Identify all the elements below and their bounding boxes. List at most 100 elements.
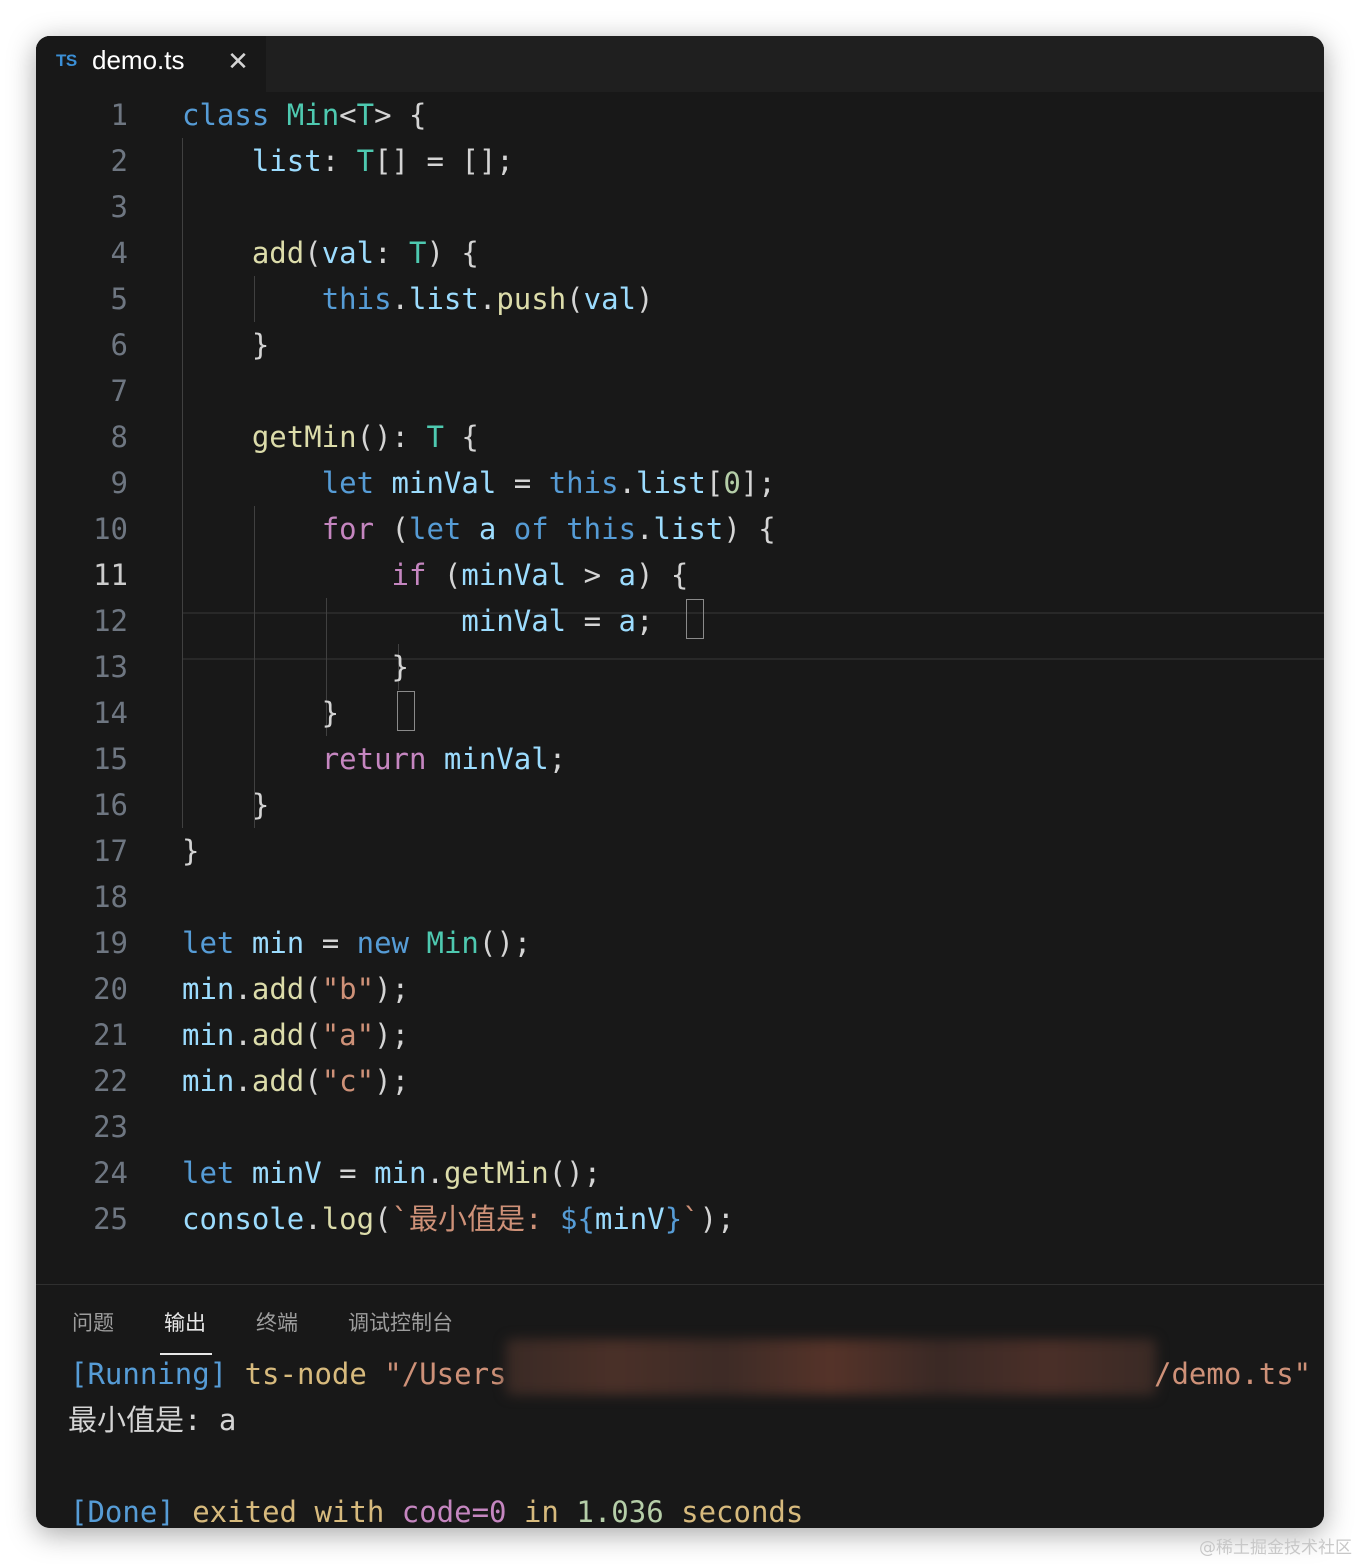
code-token: getMin bbox=[443, 1156, 549, 1190]
code-text: this.list.push(val) bbox=[182, 276, 654, 322]
code-token: list bbox=[636, 466, 706, 500]
code-token: { bbox=[443, 420, 479, 454]
code-token: let bbox=[182, 1156, 235, 1190]
code-token: ]; bbox=[740, 466, 776, 500]
code-token: = bbox=[566, 604, 619, 638]
code-token: "b" bbox=[321, 972, 375, 1006]
line-number: 15 bbox=[93, 742, 128, 776]
code-token: minVal bbox=[461, 558, 567, 592]
code-line[interactable]: 19 let min = new Min(); bbox=[36, 920, 1324, 966]
code-line[interactable]: 21 min.add("a"); bbox=[36, 1012, 1324, 1058]
code-token: a bbox=[478, 512, 497, 546]
close-icon[interactable]: ✕ bbox=[224, 48, 252, 76]
code-line[interactable]: 1 class Min<T> { bbox=[36, 92, 1324, 138]
running-command: ts-node bbox=[227, 1357, 385, 1391]
code-token: : bbox=[321, 144, 357, 178]
code-line[interactable]: 22 min.add("c"); bbox=[36, 1058, 1324, 1104]
tab-terminal[interactable]: 终端 bbox=[256, 1307, 298, 1337]
code-line[interactable]: 8 getMin(): T { bbox=[36, 414, 1324, 460]
code-text: } bbox=[182, 828, 199, 874]
done-in: in bbox=[506, 1495, 577, 1528]
code-token: ( bbox=[374, 512, 409, 546]
code-line[interactable]: 15 return minVal; bbox=[36, 736, 1324, 782]
tab-output[interactable]: 输出 bbox=[164, 1307, 206, 1337]
running-path-start: "/Users bbox=[384, 1357, 507, 1391]
code-line[interactable]: 9 let minVal = this.list[0]; bbox=[36, 460, 1324, 506]
code-token: add bbox=[251, 1018, 305, 1052]
code-token: (); bbox=[548, 1156, 602, 1190]
code-token: getMin bbox=[251, 420, 357, 454]
code-token: new bbox=[356, 926, 410, 960]
code-token: ( bbox=[426, 558, 462, 592]
line-number: 19 bbox=[93, 926, 128, 960]
code-line[interactable]: 11 if (minVal > a) { bbox=[36, 552, 1324, 598]
line-number: 10 bbox=[93, 512, 128, 546]
code-line[interactable]: 18 bbox=[36, 874, 1324, 920]
code-token: val bbox=[321, 236, 375, 270]
code-token: a bbox=[618, 558, 636, 592]
tab-bar: TS demo.ts ✕ bbox=[36, 36, 1324, 92]
output-running-line: [Running] ts-node "/Users bbox=[70, 1351, 507, 1397]
code-token: let bbox=[321, 466, 375, 500]
code-token: ` bbox=[682, 1202, 700, 1236]
tab-demo-ts[interactable]: TS demo.ts ✕ bbox=[36, 36, 266, 92]
watermark: @稀土掘金技术社区 bbox=[1199, 1538, 1352, 1558]
code-token: ; bbox=[635, 604, 654, 638]
code-line[interactable]: 12 minVal = a; bbox=[36, 598, 1324, 644]
line-number: 17 bbox=[93, 834, 128, 868]
code-token: ( bbox=[304, 236, 322, 270]
code-line[interactable]: 16 } bbox=[36, 782, 1324, 828]
code-line[interactable]: 23 bbox=[36, 1104, 1324, 1150]
code-line[interactable]: 4 add(val: T) { bbox=[36, 230, 1324, 276]
code-token: ) bbox=[636, 282, 654, 316]
code-token: > { bbox=[374, 98, 427, 132]
code-token: . bbox=[426, 1156, 444, 1190]
editor-window: TS demo.ts ✕ 1 class Min<T> {2 list: T[] … bbox=[36, 36, 1324, 1528]
output-result: 最小值是: a bbox=[68, 1403, 237, 1437]
code-line[interactable]: 17} bbox=[36, 828, 1324, 874]
code-token: ; bbox=[548, 742, 567, 776]
code-line[interactable]: 25 console.log(`最小值是: ${minV}`); bbox=[36, 1196, 1324, 1242]
code-line[interactable]: 10 for (let a of this.list) { bbox=[36, 506, 1324, 552]
code-token: } bbox=[664, 1202, 683, 1236]
line-number: 20 bbox=[93, 972, 128, 1006]
code-token: minVal bbox=[461, 604, 567, 638]
done-text: exited with bbox=[174, 1495, 402, 1528]
line-number: 25 bbox=[93, 1202, 128, 1236]
code-editor[interactable]: 1 class Min<T> {2 list: T[] = []; 3 4 add(v… bbox=[36, 92, 1324, 1284]
code-token: Min bbox=[286, 98, 340, 132]
tab-debug-console[interactable]: 调试控制台 bbox=[348, 1307, 453, 1337]
code-line[interactable]: 7 bbox=[36, 368, 1324, 414]
code-text: for (let a of this.list) { bbox=[182, 506, 776, 552]
tab-problems[interactable]: 问题 bbox=[72, 1307, 114, 1337]
code-line[interactable]: 13 } bbox=[36, 644, 1324, 690]
code-token: add bbox=[251, 236, 305, 270]
code-line[interactable]: 5 this.list.push(val) bbox=[36, 276, 1324, 322]
code-token: add bbox=[251, 972, 305, 1006]
code-token: 0 bbox=[723, 466, 741, 500]
code-line[interactable]: 3 bbox=[36, 184, 1324, 230]
code-token: < bbox=[339, 98, 357, 132]
code-line[interactable]: 14 } bbox=[36, 690, 1324, 736]
code-line[interactable]: 2 list: T[] = []; bbox=[36, 138, 1324, 184]
code-token: . bbox=[618, 466, 637, 500]
code-token: list bbox=[251, 144, 322, 178]
line-number: 23 bbox=[93, 1110, 128, 1144]
code-line[interactable]: 20 min.add("b"); bbox=[36, 966, 1324, 1012]
code-text: } bbox=[182, 782, 269, 828]
code-line[interactable]: 24 let minV = min.getMin(); bbox=[36, 1150, 1324, 1196]
code-token: ) { bbox=[426, 236, 479, 270]
code-text: } bbox=[182, 644, 409, 690]
output-result-line: 最小值是: a bbox=[68, 1397, 236, 1443]
code-token: `最小值是: bbox=[391, 1202, 560, 1236]
code-token: minVal bbox=[443, 742, 549, 776]
code-line[interactable]: 6 } bbox=[36, 322, 1324, 368]
code-text: min.add("c"); bbox=[182, 1058, 409, 1104]
output-path-end: /demo.ts" bbox=[1154, 1351, 1311, 1397]
code-token: T bbox=[426, 420, 444, 454]
code-token: ) { bbox=[723, 512, 776, 546]
